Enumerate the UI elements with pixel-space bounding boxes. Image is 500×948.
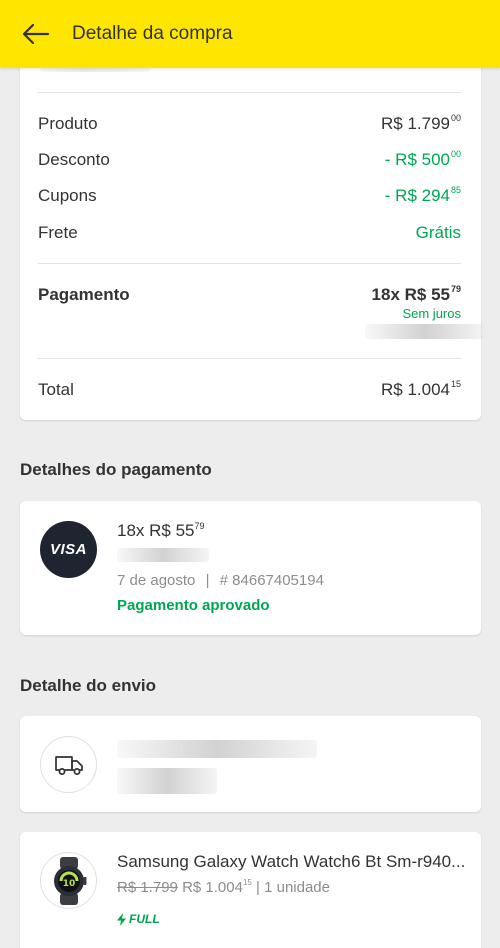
summary-row-shipping: Frete Grátis xyxy=(38,223,461,243)
product-label: Produto xyxy=(38,114,98,133)
product-quantity: | 1 unidade xyxy=(256,879,330,896)
back-button[interactable] xyxy=(0,0,70,68)
payment-date: 7 de agosto xyxy=(117,572,196,589)
payment-label: Pagamento xyxy=(38,285,130,304)
coupons-value: - R$ 29485 xyxy=(384,185,461,205)
payment-status: Pagamento aprovado xyxy=(117,597,270,614)
shipping-details-card[interactable] xyxy=(20,716,481,812)
summary-row-product: Produto R$ 1.79900 xyxy=(38,113,461,134)
payment-amount: 18x R$ 5579 xyxy=(117,521,205,540)
truck-icon xyxy=(40,736,97,793)
summary-row-total: Total R$ 1.00415 xyxy=(38,379,461,400)
payment-meta: 7 de agosto | # 84667405194 xyxy=(117,572,324,589)
payment-interest-note: Sem juros xyxy=(402,306,461,321)
hidden-text xyxy=(117,548,209,562)
page-title: Detalhe da compra xyxy=(72,23,233,44)
payment-details-card[interactable]: VISA 18x R$ 5579 7 de agosto | # 8466740… xyxy=(20,501,481,635)
purchase-summary-card: Produto R$ 1.79900 Desconto - R$ 50000 C… xyxy=(20,40,485,420)
divider xyxy=(38,358,461,359)
full-badge: FULL xyxy=(117,912,160,926)
app-bar: Detalhe da compra xyxy=(0,0,500,68)
hidden-text xyxy=(117,768,217,794)
discount-value: - R$ 50000 xyxy=(384,149,461,169)
product-name: Samsung Galaxy Watch Watch6 Bt Sm-r940..… xyxy=(117,852,466,871)
visa-icon: VISA xyxy=(40,521,97,578)
hidden-text xyxy=(117,740,317,758)
svg-text:10: 10 xyxy=(62,879,75,889)
shipping-value: Grátis xyxy=(415,223,461,242)
lightning-icon xyxy=(117,912,126,926)
discount-label: Desconto xyxy=(38,150,110,169)
product-old-price: R$ 1.799 xyxy=(117,879,178,896)
total-value: R$ 1.00415 xyxy=(380,379,461,399)
divider xyxy=(38,92,461,93)
arrow-left-icon xyxy=(22,23,50,45)
shipping-label: Frete xyxy=(38,223,78,242)
product-value: R$ 1.79900 xyxy=(380,113,461,133)
product-price: R$ 1.799 R$ 1.00415 | 1 unidade xyxy=(117,878,330,896)
payment-details-title: Detalhes do pagamento xyxy=(20,460,212,479)
summary-row-payment: Pagamento 18x R$ 5579 xyxy=(38,284,461,305)
total-label: Total xyxy=(38,380,74,399)
summary-row-discount: Desconto - R$ 50000 xyxy=(38,149,461,170)
product-card[interactable]: 10 Samsung Galaxy Watch Watch6 Bt Sm-r94… xyxy=(20,832,481,948)
coupons-label: Cupons xyxy=(38,186,97,205)
divider xyxy=(38,263,461,264)
meta-separator: | xyxy=(205,572,210,589)
shipping-details-title: Detalhe do envio xyxy=(20,676,157,695)
payment-value: 18x R$ 5579 xyxy=(371,284,461,304)
watch-icon: 10 xyxy=(40,852,97,909)
product-current-price: R$ 1.00415 xyxy=(182,878,252,896)
summary-row-coupons: Cupons - R$ 29485 xyxy=(38,185,461,206)
operation-number: # 84667405194 xyxy=(219,572,324,589)
hidden-text xyxy=(365,324,485,339)
